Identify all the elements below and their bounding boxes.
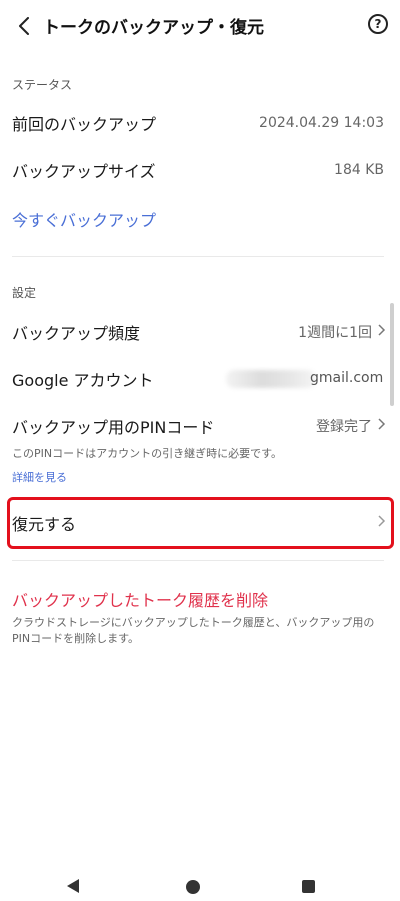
- google-account-value: gmail.com: [310, 370, 384, 386]
- pin-code-value: 登録完了: [316, 419, 372, 435]
- frequency-value: 1週間に1回: [298, 325, 372, 341]
- delete-backup-link[interactable]: バックアップしたトーク履歴を削除: [12, 587, 268, 611]
- last-backup-row: 前回のバックアップ 2024.04.29 14:03: [0, 105, 400, 141]
- details-link[interactable]: 詳細を見る: [12, 469, 67, 485]
- backup-size-label: バックアップサイズ: [12, 162, 156, 181]
- status-section-label: ステータス: [12, 78, 73, 92]
- chevron-left-icon: [19, 17, 29, 35]
- last-backup-value: 2024.04.29 14:03: [259, 115, 384, 131]
- nav-back-icon[interactable]: [67, 879, 79, 893]
- nav-recents-icon[interactable]: [302, 880, 315, 893]
- chevron-right-icon: [378, 324, 386, 340]
- back-button[interactable]: [8, 10, 40, 42]
- pin-code-label: バックアップ用のPINコード: [12, 418, 215, 437]
- restore-highlight-box: [7, 497, 394, 549]
- divider: [12, 256, 384, 257]
- help-button[interactable]: ?: [368, 14, 388, 34]
- frequency-label: バックアップ頻度: [12, 324, 141, 343]
- divider: [12, 560, 384, 561]
- backup-size-row: バックアップサイズ 184 KB: [0, 152, 400, 188]
- help-circle-icon: ?: [374, 17, 382, 31]
- system-nav-bar: [0, 860, 400, 901]
- settings-section-label: 設定: [12, 286, 37, 300]
- page-title: トークのバックアップ・復元: [43, 18, 264, 38]
- pin-code-row[interactable]: バックアップ用のPINコード 登録完了: [0, 408, 400, 444]
- backup-size-value: 184 KB: [334, 162, 384, 178]
- nav-home-icon[interactable]: [186, 880, 200, 894]
- redacted-email-mask: [226, 370, 316, 388]
- backup-restore-screen: トークのバックアップ・復元 ? ステータス 前回のバックアップ 2024.04.…: [0, 0, 400, 901]
- backup-now-link[interactable]: 今すぐバックアップ: [12, 207, 156, 231]
- chevron-right-icon: [378, 418, 386, 434]
- header: トークのバックアップ・復元 ?: [0, 0, 400, 52]
- backup-frequency-row[interactable]: バックアップ頻度 1週間に1回: [0, 314, 400, 350]
- google-account-label: Google アカウント: [12, 371, 154, 390]
- pin-code-note: このPINコードはアカウントの引き継ぎ時に必要です。: [12, 447, 283, 460]
- delete-backup-description: クラウドストレージにバックアップしたトーク履歴と、バックアップ用のPINコードを…: [12, 616, 375, 645]
- last-backup-label: 前回のバックアップ: [12, 115, 157, 134]
